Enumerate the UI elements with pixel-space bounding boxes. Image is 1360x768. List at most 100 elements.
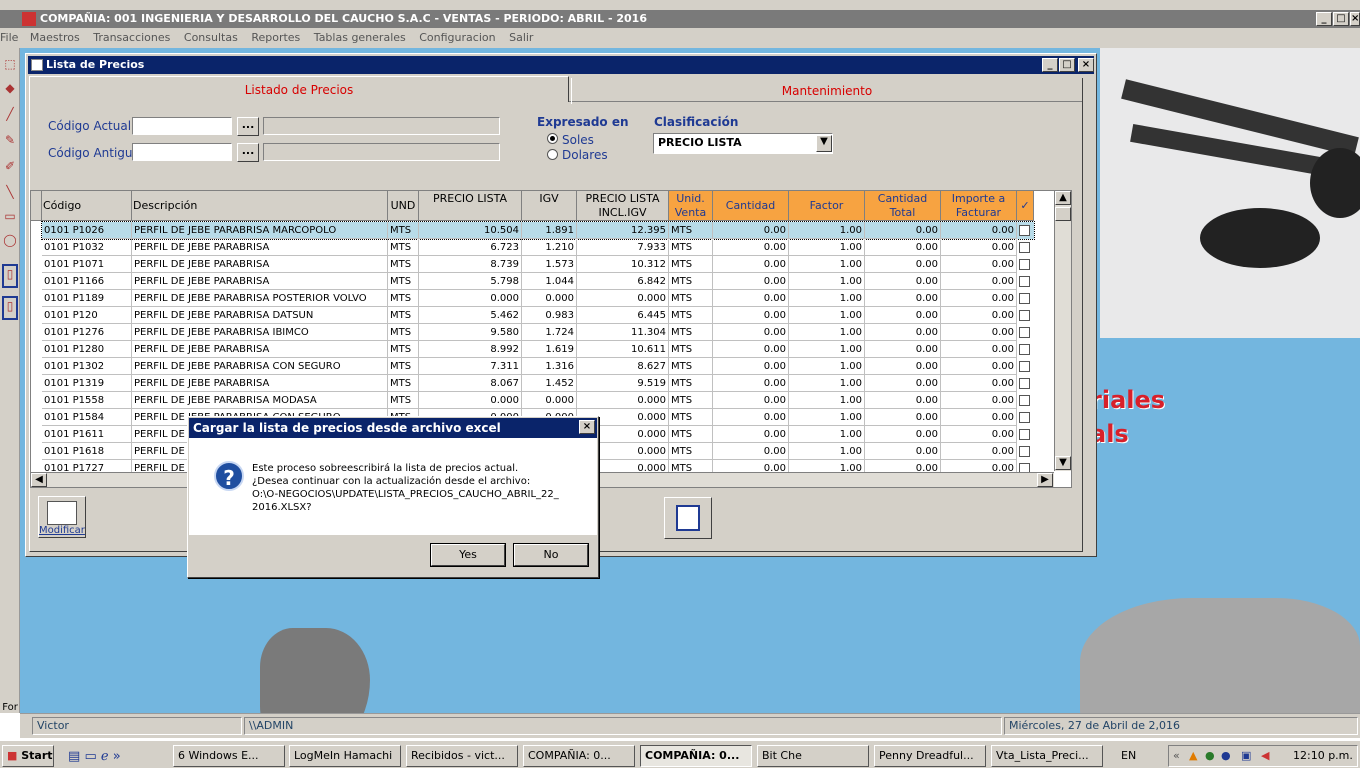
menu-reportes[interactable]: Reportes bbox=[251, 31, 300, 44]
rectangle-tool-icon[interactable]: ▭ bbox=[2, 208, 18, 224]
row-checkbox[interactable] bbox=[1019, 378, 1030, 389]
cell-descripcion: PERFIL DE JEBE PARABRISA bbox=[132, 239, 388, 256]
app-close-button[interactable]: × bbox=[1350, 12, 1360, 26]
chevron-right-icon[interactable]: » bbox=[113, 749, 121, 764]
row-checkbox[interactable] bbox=[1019, 344, 1030, 355]
table-row[interactable]: 0101 P1558 PERFIL DE JEBE PARABRISA MODAS… bbox=[42, 392, 1034, 409]
row-checkbox[interactable] bbox=[1019, 395, 1030, 406]
status-bar: Victor \\ADMIN Miércoles, 27 de Abril de… bbox=[20, 713, 1360, 738]
table-row[interactable]: 0101 P1166 PERFIL DE JEBE PARABRISA MTS 5.7… bbox=[42, 273, 1034, 290]
row-checkbox[interactable] bbox=[1019, 259, 1030, 270]
window-maximize-button[interactable]: □ bbox=[1059, 58, 1075, 72]
row-checkbox[interactable] bbox=[1019, 361, 1030, 372]
taskbar-item-compania-1[interactable]: COMPAÑIA: 0... bbox=[523, 745, 635, 767]
row-checkbox[interactable] bbox=[1019, 446, 1030, 457]
picker-tool-icon[interactable]: ╱ bbox=[2, 106, 18, 122]
tab-listado[interactable]: Listado de Precios bbox=[29, 76, 569, 102]
table-row[interactable]: 0101 P1280 PERFIL DE JEBE PARABRISA MTS 8.9… bbox=[42, 341, 1034, 358]
brush-tool-icon[interactable]: ✐ bbox=[2, 158, 18, 174]
taskbar-item-compania-2[interactable]: COMPAÑIA: 0... bbox=[640, 745, 752, 767]
cell-igv: 0.000 bbox=[522, 392, 577, 409]
codigo-actual-input[interactable] bbox=[132, 117, 232, 135]
table-row[interactable]: 0101 P1302 PERFIL DE JEBE PARABRISA CON S… bbox=[42, 358, 1034, 375]
language-indicator[interactable]: EN bbox=[1121, 749, 1136, 762]
codigo-antiguo-input[interactable] bbox=[132, 143, 232, 161]
cell-factor: 1.00 bbox=[789, 358, 865, 375]
table-row[interactable]: 0101 P1189 PERFIL DE JEBE PARABRISA POSTE… bbox=[42, 290, 1034, 307]
row-checkbox[interactable] bbox=[1019, 225, 1030, 236]
menu-salir[interactable]: Salir bbox=[509, 31, 533, 44]
row-checkbox[interactable] bbox=[1019, 327, 1030, 338]
window-minimize-button[interactable]: _ bbox=[1042, 58, 1058, 72]
tab-mantenimiento[interactable]: Mantenimiento bbox=[571, 78, 1083, 104]
clock[interactable]: 12:10 p.m. bbox=[1293, 746, 1353, 766]
taskbar-item-hamachi[interactable]: LogMeIn Hamachi bbox=[289, 745, 401, 767]
pencil-tool-icon[interactable]: ✎ bbox=[2, 132, 18, 148]
clasificacion-select[interactable]: PRECIO LISTA ▼ bbox=[653, 133, 833, 154]
cell-cantidad-total: 0.00 bbox=[865, 273, 941, 290]
volume-icon[interactable]: ◀ bbox=[1261, 746, 1269, 766]
start-button[interactable]: ■ Start bbox=[2, 745, 54, 767]
line-tool-icon[interactable]: ╲ bbox=[2, 184, 18, 200]
monitor-icon[interactable]: ▭ bbox=[84, 749, 96, 764]
modificar-label[interactable]: Modificar bbox=[39, 525, 85, 536]
export-excel-button[interactable] bbox=[664, 497, 712, 539]
row-checkbox[interactable] bbox=[1019, 293, 1030, 304]
scroll-down-icon[interactable]: ▼ bbox=[1055, 456, 1071, 470]
torrent-icon[interactable]: ● bbox=[1205, 746, 1215, 766]
cell-precio-lista: 0.000 bbox=[419, 290, 522, 307]
table-row[interactable]: 0101 P1071 PERFIL DE JEBE PARABRISA MTS 8.7… bbox=[42, 256, 1034, 273]
taskbar-item-penny[interactable]: Penny Dreadful... bbox=[874, 745, 986, 767]
header-descripcion: Descripción bbox=[132, 191, 388, 221]
vlc-icon[interactable]: ▲ bbox=[1189, 746, 1197, 766]
app-maximize-button[interactable]: □ bbox=[1333, 12, 1349, 26]
folder-icon[interactable]: ▤ bbox=[68, 749, 80, 764]
codigo-antiguo-lookup-button[interactable]: ... bbox=[237, 143, 259, 162]
taskbar-item-recibidos[interactable]: Recibidos - vict... bbox=[406, 745, 518, 767]
browser-icon[interactable]: ℯ bbox=[101, 749, 109, 764]
menu-consultas[interactable]: Consultas bbox=[184, 31, 238, 44]
row-checkbox[interactable] bbox=[1019, 276, 1030, 287]
ellipse-tool-icon[interactable]: ◯ bbox=[2, 232, 18, 248]
row-checkbox[interactable] bbox=[1019, 429, 1030, 440]
table-row[interactable]: 0101 P1276 PERFIL DE JEBE PARABRISA IBIMC… bbox=[42, 324, 1034, 341]
row-checkbox[interactable] bbox=[1019, 242, 1030, 253]
taskbar-item-bitche[interactable]: Bit Che bbox=[757, 745, 869, 767]
menu-tablas-generales[interactable]: Tablas generales bbox=[314, 31, 406, 44]
row-checkbox[interactable] bbox=[1019, 310, 1030, 321]
table-row[interactable]: 0101 P120 PERFIL DE JEBE PARABRISA DATSUN… bbox=[42, 307, 1034, 324]
eraser-tool-icon[interactable]: ◆ bbox=[2, 80, 18, 96]
select-tool-icon[interactable]: ⬚ bbox=[2, 56, 18, 72]
dialog-close-button[interactable]: × bbox=[579, 420, 595, 434]
codigo-actual-lookup-button[interactable]: ... bbox=[237, 117, 259, 136]
tray-expand-icon[interactable]: « bbox=[1173, 746, 1180, 766]
taskbar-item-explorer[interactable]: 6 Windows E... bbox=[173, 745, 285, 767]
table-row[interactable]: 0101 P1032 PERFIL DE JEBE PARABRISA MTS 6.7… bbox=[42, 239, 1034, 256]
window-tool-icon[interactable]: ▯ bbox=[2, 264, 18, 288]
network-icon[interactable]: ● bbox=[1221, 746, 1231, 766]
monitor-tray-icon[interactable]: ▣ bbox=[1241, 746, 1251, 766]
row-checkbox[interactable] bbox=[1019, 412, 1030, 423]
scroll-right-icon[interactable]: ▶ bbox=[1037, 473, 1053, 487]
table-row[interactable]: 0101 P1026 PERFIL DE JEBE PARABRISA MARCO… bbox=[41, 221, 1035, 240]
app-minimize-button[interactable]: _ bbox=[1316, 12, 1332, 26]
scroll-thumb[interactable] bbox=[1055, 207, 1071, 221]
menu-file[interactable]: File bbox=[0, 31, 18, 44]
menu-configuracion[interactable]: Configuracion bbox=[419, 31, 495, 44]
chevron-down-icon[interactable]: ▼ bbox=[816, 135, 832, 152]
no-button[interactable]: No bbox=[513, 543, 589, 567]
cell-unid-venta: MTS bbox=[669, 256, 713, 273]
taskbar-item-vta-lista[interactable]: Vta_Lista_Preci... bbox=[991, 745, 1103, 767]
window-close-button[interactable]: × bbox=[1078, 58, 1094, 72]
scroll-up-icon[interactable]: ▲ bbox=[1055, 191, 1071, 205]
menu-maestros[interactable]: Maestros bbox=[30, 31, 80, 44]
scroll-left-icon[interactable]: ◀ bbox=[31, 473, 47, 487]
table-row[interactable]: 0101 P1319 PERFIL DE JEBE PARABRISA MTS 8.0… bbox=[42, 375, 1034, 392]
vertical-scrollbar[interactable]: ▲ ▼ bbox=[1054, 191, 1071, 471]
menu-transacciones[interactable]: Transacciones bbox=[93, 31, 170, 44]
yes-button[interactable]: Yes bbox=[430, 543, 506, 567]
dolares-radio[interactable] bbox=[547, 149, 558, 160]
page-tool-icon[interactable]: ▯ bbox=[2, 296, 18, 320]
cell-precio-lista: 5.798 bbox=[419, 273, 522, 290]
soles-radio[interactable] bbox=[547, 133, 558, 144]
